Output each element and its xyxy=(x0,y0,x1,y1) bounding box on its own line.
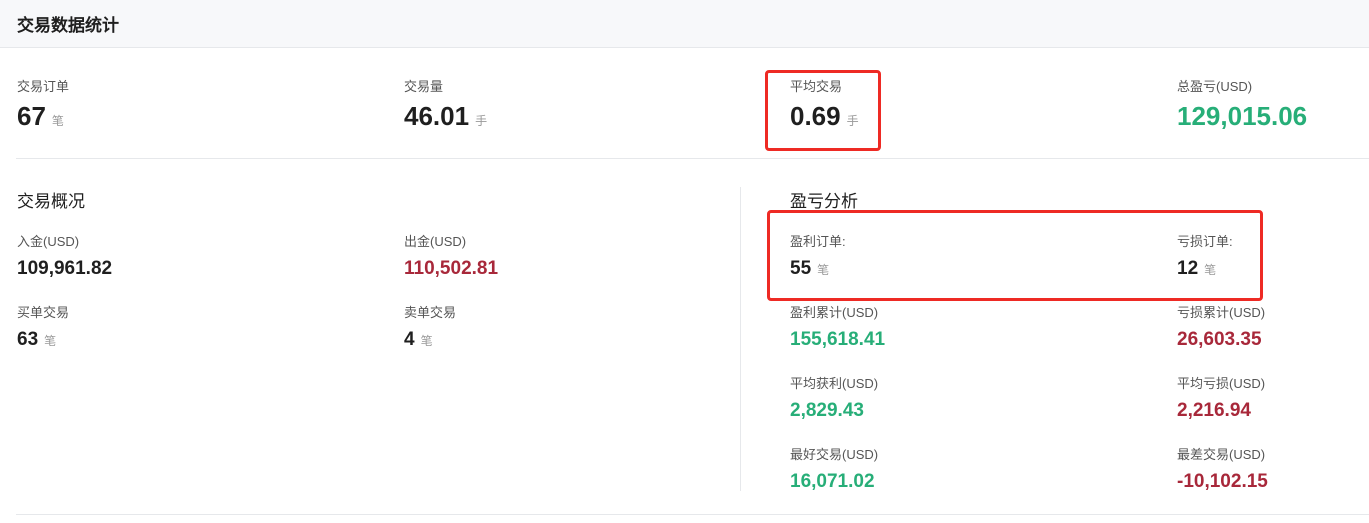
analysis-title: 盈亏分析 xyxy=(790,192,858,211)
stat-buy-value-row: 63 笔 xyxy=(17,329,69,351)
highlight-box-avg xyxy=(765,70,881,151)
stat-withdraw: 出金(USD) 110,502.81 xyxy=(404,231,498,280)
bottom-divider xyxy=(16,514,1369,515)
stat-loss-total: 亏损累计(USD) 26,603.35 xyxy=(1177,302,1265,351)
stat-withdraw-label: 出金(USD) xyxy=(404,234,467,249)
stat-buy-unit: 笔 xyxy=(44,334,57,348)
stat-avg-loss: 平均亏损(USD) 2,216.94 xyxy=(1177,373,1265,422)
stat-pnl-label: 总盈亏(USD) xyxy=(1177,79,1253,94)
stat-buy: 买单交易 63 笔 xyxy=(17,302,69,351)
stat-worst-value: -10,102.15 xyxy=(1177,471,1268,492)
stat-orders-unit: 笔 xyxy=(51,114,64,128)
stat-deposit-value: 109,961.82 xyxy=(17,258,113,279)
overview-title: 交易概况 xyxy=(17,192,85,211)
stat-sell-value: 4 xyxy=(404,329,415,350)
stat-volume-value: 46.01 xyxy=(404,101,470,131)
stat-profit-total: 盈利累计(USD) 155,618.41 xyxy=(790,302,885,351)
stat-orders-label: 交易订单 xyxy=(17,79,70,94)
stat-avg-profit-label: 平均获利(USD) xyxy=(790,376,879,391)
stat-volume: 交易量 46.01 手 xyxy=(404,76,487,132)
stat-avg-profit: 平均获利(USD) 2,829.43 xyxy=(790,373,878,422)
stat-sell-value-row: 4笔 xyxy=(404,329,456,351)
section-divider xyxy=(740,187,741,491)
stat-deposit-label: 入金(USD) xyxy=(17,234,80,249)
stat-withdraw-value: 110,502.81 xyxy=(404,258,499,279)
stat-pnl: 总盈亏(USD) 129,015.06 xyxy=(1177,76,1307,132)
stat-sell: 卖单交易 4笔 xyxy=(404,302,456,351)
stat-profit-total-label: 盈利累计(USD) xyxy=(790,305,879,320)
divider xyxy=(16,158,1369,159)
stat-sell-label: 卖单交易 xyxy=(404,305,457,320)
stat-avg-loss-label: 平均亏损(USD) xyxy=(1177,376,1266,391)
stat-orders-value-row: 67 笔 xyxy=(17,101,69,132)
stat-best: 最好交易(USD) 16,071.02 xyxy=(790,444,878,493)
page-title: 交易数据统计 xyxy=(17,16,119,35)
stat-worst-label: 最差交易(USD) xyxy=(1177,447,1266,462)
stat-pnl-value: 129,015.06 xyxy=(1177,101,1308,131)
stat-loss-total-value: 26,603.35 xyxy=(1177,329,1262,350)
stat-volume-unit: 手 xyxy=(475,114,488,128)
stat-volume-label: 交易量 xyxy=(404,79,444,94)
stat-orders-value: 67 xyxy=(17,101,46,131)
page-header: 交易数据统计 xyxy=(0,0,1369,48)
stat-sell-unit: 笔 xyxy=(420,334,433,348)
stat-buy-label: 买单交易 xyxy=(17,305,70,320)
stat-volume-value-row: 46.01 手 xyxy=(404,101,487,132)
stat-avg-loss-value: 2,216.94 xyxy=(1177,400,1251,421)
highlight-box-orders xyxy=(767,210,1263,301)
stat-avg-profit-value: 2,829.43 xyxy=(790,400,864,421)
stat-deposit: 入金(USD) 109,961.82 xyxy=(17,231,112,280)
stat-buy-value: 63 xyxy=(17,329,39,350)
stat-best-label: 最好交易(USD) xyxy=(790,447,879,462)
stat-orders: 交易订单 67 笔 xyxy=(17,76,69,132)
stat-profit-total-value: 155,618.41 xyxy=(790,329,886,350)
stat-loss-total-label: 亏损累计(USD) xyxy=(1177,305,1266,320)
stat-best-value: 16,071.02 xyxy=(790,471,875,492)
stat-worst: 最差交易(USD) -10,102.15 xyxy=(1177,444,1268,493)
